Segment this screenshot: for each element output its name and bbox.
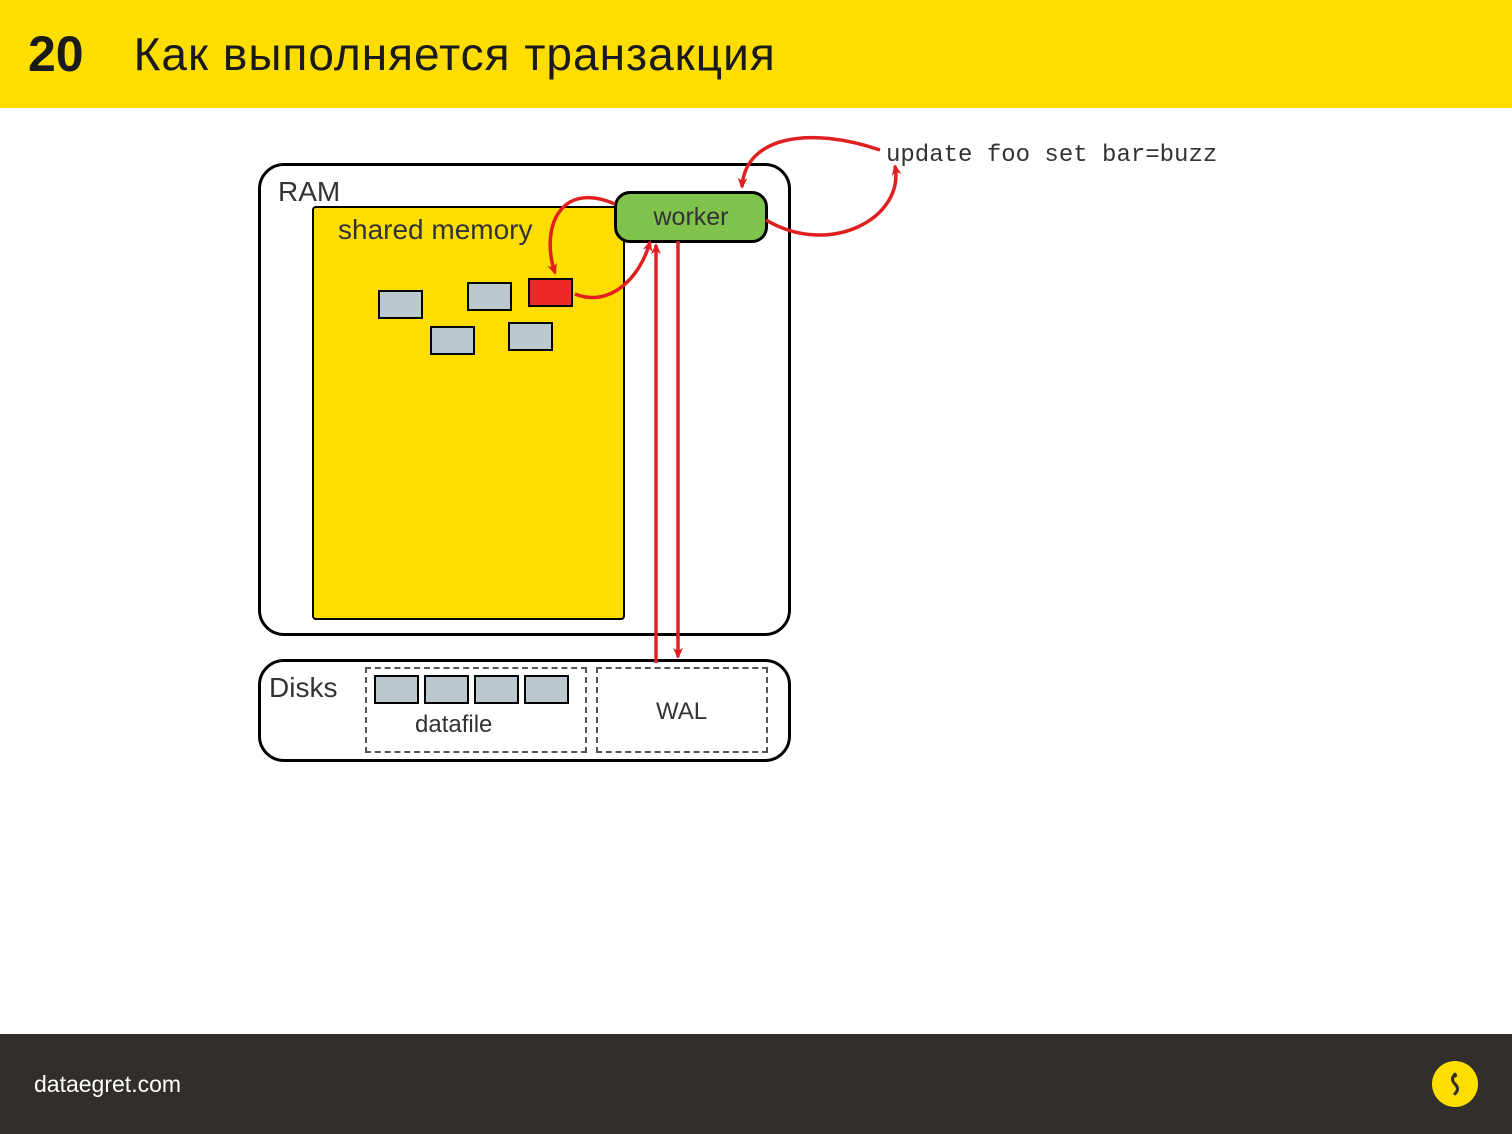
ram-label: RAM	[278, 176, 340, 208]
disks-label: Disks	[269, 672, 337, 704]
sql-statement: update foo set bar=buzz	[886, 142, 1217, 169]
datafile-label: datafile	[415, 711, 492, 739]
worker-box: worker	[614, 191, 768, 243]
shared-memory-label: shared memory	[338, 214, 533, 246]
shared-page	[467, 282, 512, 311]
footer-bar: dataegret.com	[0, 1034, 1512, 1134]
shared-page	[378, 290, 423, 319]
slide-number: 20	[28, 25, 84, 83]
wal-label: WAL	[656, 698, 707, 726]
datafile-page	[474, 675, 519, 704]
shared-page	[508, 322, 553, 351]
shared-page	[430, 326, 475, 355]
diagram-stage: RAM shared memory worker Disks datafile …	[0, 108, 1512, 1034]
datafile-page	[374, 675, 419, 704]
slide-title: Как выполняется транзакция	[134, 27, 776, 81]
logo-icon	[1432, 1061, 1478, 1107]
shared-page-red	[528, 278, 573, 307]
footer-site: dataegret.com	[34, 1071, 181, 1098]
datafile-page	[524, 675, 569, 704]
datafile-page	[424, 675, 469, 704]
worker-label: worker	[653, 203, 728, 232]
slide-header: 20 Как выполняется транзакция	[0, 0, 1512, 108]
shared-memory-box	[312, 206, 625, 620]
